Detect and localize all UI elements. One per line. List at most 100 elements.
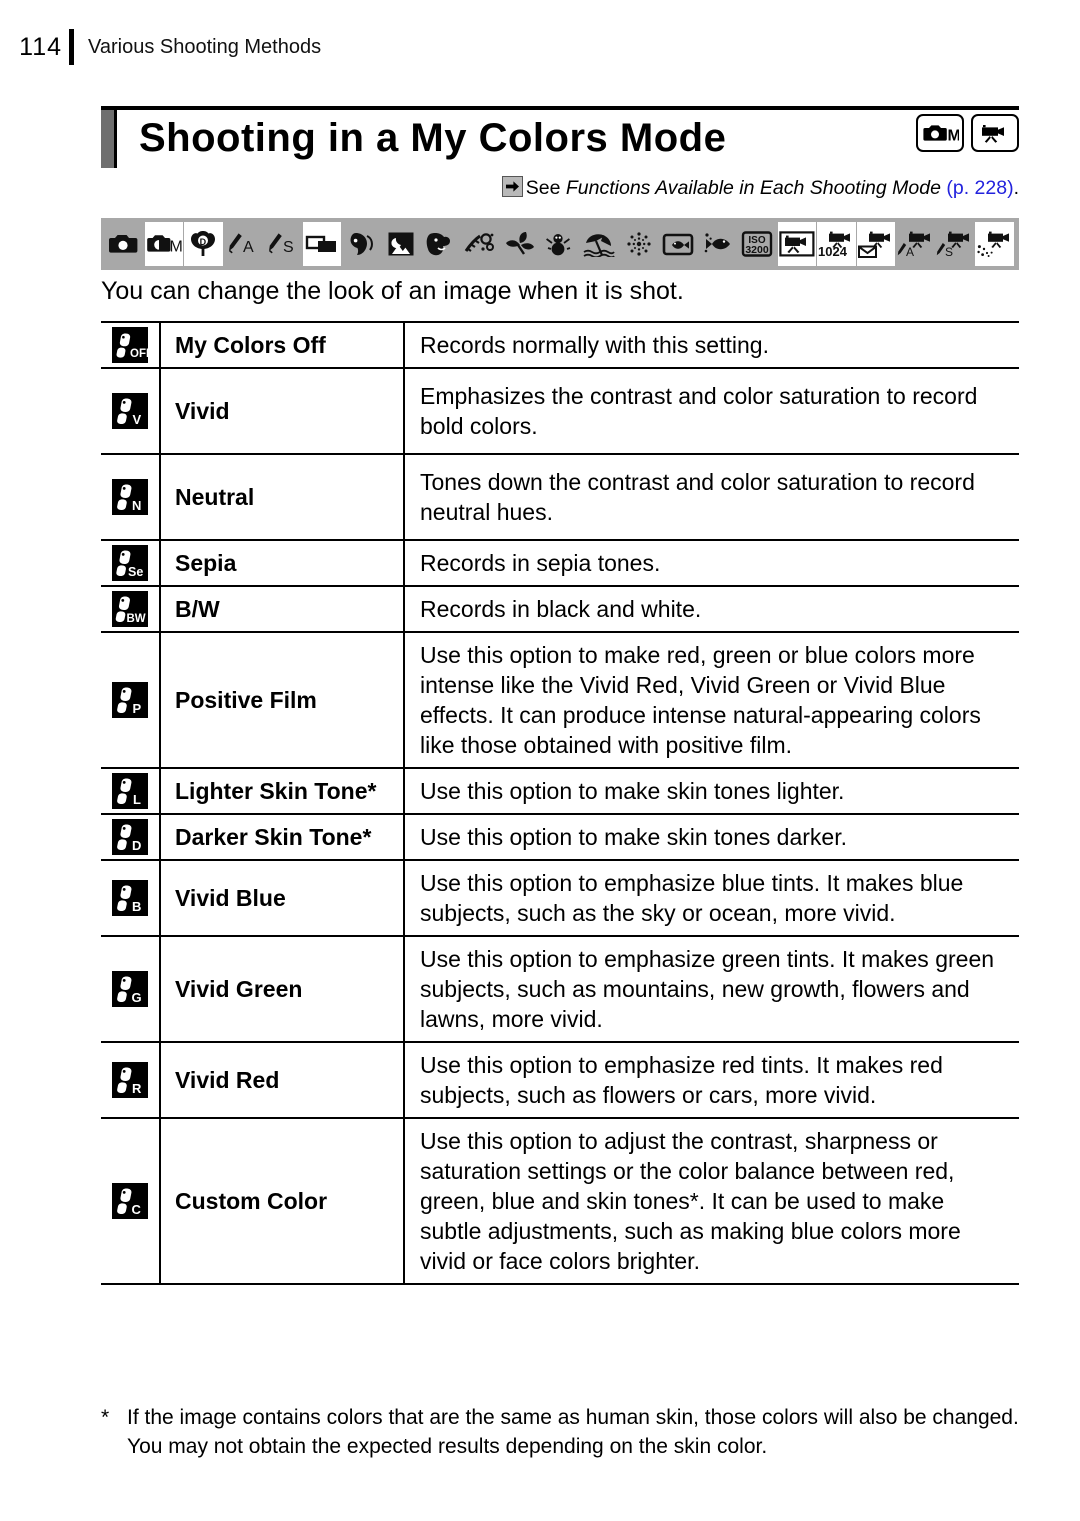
svg-text:G: G xyxy=(132,990,142,1005)
table-row: N Neutral Tones down the contrast and co… xyxy=(101,453,1019,541)
my-colors-positive-film-icon-cell: P xyxy=(101,631,161,769)
color-accent-mode-icon: A xyxy=(224,222,263,266)
svg-text:V: V xyxy=(133,412,142,427)
fireworks-mode-icon xyxy=(619,222,658,266)
movie-standard-mode-icon xyxy=(777,222,817,266)
table-row: P Positive Film Use this option to make … xyxy=(101,631,1019,769)
option-description: Use this option to emphasize green tints… xyxy=(404,935,1019,1043)
xref-see-label: See xyxy=(525,177,566,199)
svg-text:R: R xyxy=(132,1081,142,1096)
option-description: Records in sepia tones. xyxy=(404,539,1019,587)
svg-text:L: L xyxy=(133,792,141,807)
movie-color-swap-mode-icon: S xyxy=(936,222,975,266)
svg-text:C: C xyxy=(132,1202,142,1217)
svg-text:A: A xyxy=(906,245,914,258)
page-header: 114 Various Shooting Methods xyxy=(0,24,1080,70)
page-number: 114 xyxy=(19,32,62,61)
my-colors-vivid-red-icon-cell: R xyxy=(101,1041,161,1119)
color-swap-mode-icon: S xyxy=(263,222,302,266)
option-description: Use this option to make skin tones light… xyxy=(404,767,1019,815)
intro-text: You can change the look of an image when… xyxy=(101,277,684,305)
option-name: Darker Skin Tone* xyxy=(160,813,405,861)
my-colors-vivid-red-icon: R xyxy=(112,1062,148,1098)
foliage-mode-icon xyxy=(501,222,540,266)
portrait-mode-icon xyxy=(342,222,381,266)
shooting-mode-strip: M D A S ISO 3200 1024 A S xyxy=(101,218,1019,270)
my-colors-vivid-icon: V xyxy=(112,393,148,429)
table-row: Se Sepia Records in sepia tones. xyxy=(101,539,1019,587)
svg-text:M: M xyxy=(948,128,960,145)
table-row: B Vivid Blue Use this option to emphasiz… xyxy=(101,859,1019,937)
option-name: Lighter Skin Tone* xyxy=(160,767,405,815)
footnote-marker: * xyxy=(101,1406,110,1429)
my-colors-lighter-skin-tone-icon-cell: L xyxy=(101,767,161,815)
stitch-assist-mode-icon xyxy=(302,222,342,266)
footnote: * If the image contains colors that are … xyxy=(101,1403,1019,1461)
cross-reference-line: See Functions Available in Each Shooting… xyxy=(101,176,1019,200)
svg-text:Se: Se xyxy=(128,565,143,579)
option-description: Use this option to adjust the contrast, … xyxy=(404,1117,1019,1285)
my-colors-off-icon: OFF xyxy=(112,327,148,363)
svg-text:S: S xyxy=(283,239,294,256)
svg-text:OFF: OFF xyxy=(130,348,148,360)
iso-3200-mode-icon: ISO 3200 xyxy=(738,222,777,266)
my-colors-vivid-blue-icon-cell: B xyxy=(101,859,161,937)
table-row: C Custom Color Use this option to adjust… xyxy=(101,1117,1019,1285)
camera-manual-mode-badge: M xyxy=(916,114,964,152)
my-colors-bw-icon: BW xyxy=(112,591,148,627)
my-colors-lighter-skin-tone-icon: L xyxy=(112,773,148,809)
my-colors-custom-color-icon-cell: C xyxy=(101,1117,161,1285)
table-row: OFF My Colors Off Records normally with … xyxy=(101,321,1019,369)
svg-text:N: N xyxy=(132,498,141,513)
indoor-mode-icon xyxy=(461,222,500,266)
svg-text:S: S xyxy=(945,245,953,258)
svg-text:P: P xyxy=(133,701,142,716)
page-number-divider xyxy=(69,29,74,65)
option-name: Custom Color xyxy=(160,1117,405,1285)
beach-mode-icon xyxy=(580,222,619,266)
my-colors-darker-skin-tone-icon-cell: D xyxy=(101,813,161,861)
svg-text:D: D xyxy=(200,237,207,247)
night-snapshot-mode-icon xyxy=(382,222,421,266)
table-row: G Vivid Green Use this option to emphasi… xyxy=(101,935,1019,1043)
option-description: Records in black and white. xyxy=(404,585,1019,633)
my-colors-custom-color-icon: C xyxy=(112,1183,148,1219)
my-colors-sepia-icon-cell: Se xyxy=(101,539,161,587)
movie-1024-mode-icon: 1024 xyxy=(817,222,856,266)
svg-text:BW: BW xyxy=(127,613,146,625)
option-name: Vivid Green xyxy=(160,935,405,1043)
auto-mode-icon xyxy=(105,222,144,266)
my-colors-vivid-green-icon-cell: G xyxy=(101,935,161,1043)
my-colors-darker-skin-tone-icon: D xyxy=(112,819,148,855)
my-colors-vivid-blue-icon: B xyxy=(112,880,148,916)
option-description: Use this option to emphasize red tints. … xyxy=(404,1041,1019,1119)
page-title: Shooting in a My Colors Mode xyxy=(139,116,727,160)
table-row: BW B/W Records in black and white. xyxy=(101,585,1019,633)
title-mode-badges: M xyxy=(916,114,1019,152)
option-description: Tones down the contrast and color satura… xyxy=(404,453,1019,541)
aquarium-mode-icon xyxy=(659,222,698,266)
xref-page-link[interactable]: (p. 228) xyxy=(941,177,1013,199)
digital-macro-mode-icon: D xyxy=(184,222,223,266)
option-name: Neutral xyxy=(160,453,405,541)
movie-color-accent-mode-icon: A xyxy=(896,222,935,266)
option-description: Use this option to make red, green or bl… xyxy=(404,631,1019,769)
option-description: Emphasizes the contrast and color satura… xyxy=(404,367,1019,455)
my-colors-vivid-green-icon: G xyxy=(112,971,148,1007)
my-colors-options-table: OFF My Colors Off Records normally with … xyxy=(101,321,1019,1285)
my-colors-bw-icon-cell: BW xyxy=(101,585,161,633)
table-row: L Lighter Skin Tone* Use this option to … xyxy=(101,767,1019,815)
table-row: D Darker Skin Tone* Use this option to m… xyxy=(101,813,1019,861)
option-name: Vivid xyxy=(160,367,405,455)
svg-text:M: M xyxy=(169,239,182,256)
xref-period: . xyxy=(1013,177,1019,199)
kids-and-pets-mode-icon xyxy=(422,222,461,266)
footnote-text: If the image contains colors that are th… xyxy=(127,1406,1019,1458)
option-name: Vivid Blue xyxy=(160,859,405,937)
option-name: Sepia xyxy=(160,539,405,587)
my-colors-positive-film-icon: P xyxy=(112,682,148,718)
svg-text:A: A xyxy=(243,239,254,256)
right-arrow-icon xyxy=(501,176,523,197)
running-head: Various Shooting Methods xyxy=(88,35,322,58)
svg-text:B: B xyxy=(132,899,141,914)
